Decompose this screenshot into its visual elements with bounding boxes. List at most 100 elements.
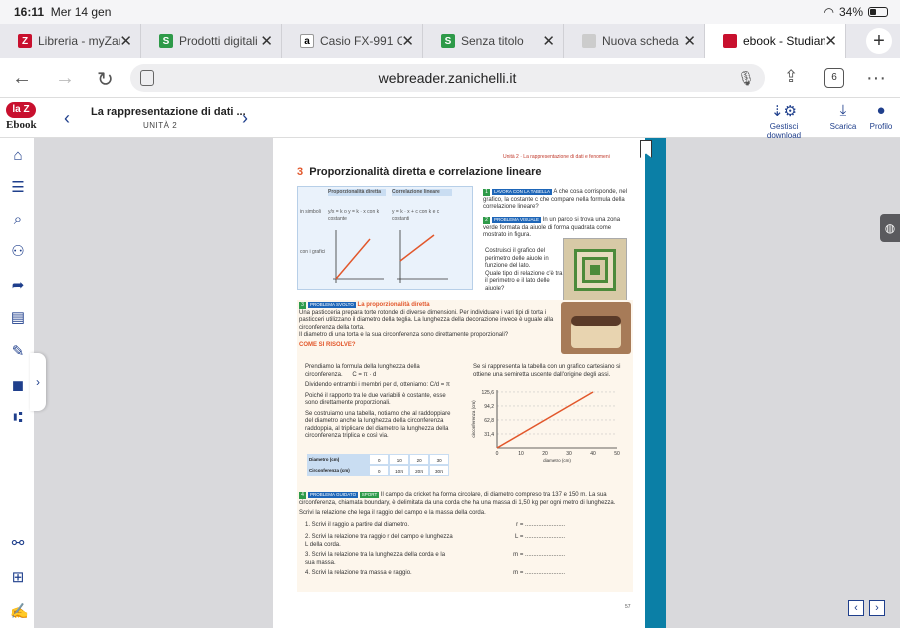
chevron-left-icon[interactable]: ‹ [64, 108, 70, 129]
cake-image [561, 302, 631, 354]
download-manager-button[interactable]: ⇣⚙ Gestisci download [752, 102, 816, 140]
download-settings-icon: ⇣⚙ [770, 103, 797, 120]
browser-tab[interactable]: S Prodotti digitali ✕ [141, 24, 282, 58]
table-row1-c1: y/x = k o y = k · x con k costante [328, 209, 380, 222]
tab-favicon-icon: Z [18, 34, 32, 48]
close-tab-icon[interactable]: ✕ [683, 32, 696, 50]
guided-problem: 4 PROBLEMA GUIDATO SPORT Il campo da cric… [299, 492, 616, 516]
mic-icon[interactable]: 🎙 [737, 64, 755, 92]
chevron-right-icon[interactable]: › [242, 108, 248, 129]
circumference-chart: 31,4 62,8 94,2 125,6 0 10 20 30 40 50 diametro (cm… [471, 390, 620, 463]
edit-list-icon[interactable]: ✍ [10, 604, 29, 620]
comparison-table: Proporzionalità diretta Correlazione lin… [297, 186, 473, 290]
close-tab-icon[interactable]: ✕ [824, 32, 837, 50]
chart-x-tick-label: 50 [614, 451, 620, 457]
close-tab-icon[interactable]: ✕ [119, 32, 132, 50]
table-row1-label: in simboli [300, 209, 321, 215]
link-icon[interactable]: ➦ [10, 278, 26, 294]
exercise-1: 1 LAVORA CON LA TABELLA A che cosa corris… [483, 189, 628, 210]
search-list-icon[interactable]: ⌕ [10, 212, 26, 228]
tree-icon[interactable]: ⑆ [10, 410, 26, 426]
map-icon[interactable]: ⚯ [10, 536, 26, 552]
next-page-button[interactable]: › [869, 600, 885, 616]
back-icon[interactable]: ← [12, 67, 32, 90]
status-right: ◠ 34% [823, 5, 888, 19]
chart-y-axis-label: circonferenza (cm) [471, 400, 476, 438]
section-title: 3 Proporzionalità diretta e correlazione… [297, 166, 542, 178]
chart-y-tick-label: 125,6 [481, 390, 494, 396]
logo-text: Ebook [6, 119, 37, 131]
chart-y-tick-label: 31,4 [484, 432, 494, 438]
sidebar-expand-handle[interactable]: › [30, 353, 46, 411]
data-table: Diametro (cm) 0 10 20 30 Circonferenza (… [307, 454, 449, 476]
close-tab-icon[interactable]: ✕ [542, 32, 555, 50]
sidebar: ⌂ ☰ ⌕ ⚇ ➦ ▤ ✎ ◼ ⑆ ⚯ ⊞ ✍ › [0, 138, 46, 628]
table-col1: Proporzionalità diretta [328, 189, 386, 196]
address-bar: ← → ↻ webreader.zanichelli.it 🎙 ⇪ 6 ··· [0, 58, 900, 98]
page-header: Unità 2 · La rappresentazione di dati e … [503, 154, 610, 160]
status-time: 16:11 Mer 14 gen [14, 5, 112, 19]
battery-percent: 34% [838, 5, 863, 19]
proportional-graph [333, 230, 384, 283]
table-row1-c2: y = k · x + c con k e c costanti [392, 209, 440, 222]
grid-icon[interactable]: ⊞ [10, 570, 26, 586]
status-bar: 16:11 Mer 14 gen ◠ 34% [0, 0, 900, 24]
browser-tab[interactable]: a Casio FX-991 CW✕ [282, 24, 423, 58]
note-icon[interactable]: ◼ [10, 378, 26, 394]
wifi-icon: ◠ [823, 5, 834, 19]
url-text: webreader.zanichelli.it [378, 70, 517, 86]
scarica-button[interactable]: ⤓ Scarica [828, 102, 858, 131]
exercise-2: 2 PROBLEMA VISUALE In un parco si trova u… [483, 217, 621, 238]
tab-title: Prodotti digitali [179, 34, 258, 48]
browser-tab[interactable]: Nuova scheda ✕ [564, 24, 705, 58]
table-col2: Correlazione lineare [392, 189, 452, 196]
prev-page-button[interactable]: ‹ [848, 600, 864, 616]
more-icon[interactable]: ··· [866, 67, 886, 90]
table-row2-label: con i grafici [300, 249, 326, 255]
home-icon[interactable]: ⌂ [10, 148, 26, 164]
data-table-row-2: Circonferenza (cm) 0 10π 20π 30π [307, 465, 449, 476]
logo-badge: la Z [6, 102, 36, 118]
book-title: La rappresentazione di dati ... [91, 106, 246, 118]
tab-title: Casio FX-991 CW [320, 34, 402, 48]
url-field[interactable]: webreader.zanichelli.it 🎙 [130, 64, 765, 92]
text-icon[interactable]: ▤ [10, 310, 26, 326]
exercise-2-questions: Costruisci il grafico del perimetro dell… [485, 248, 563, 292]
chart-x-tick-label: 30 [566, 451, 572, 457]
close-tab-icon[interactable]: ✕ [260, 32, 273, 50]
tab-count-button[interactable]: 6 [824, 68, 844, 88]
chart-x-tick-label: 40 [590, 451, 596, 457]
browser-tab[interactable]: S Senza titolo ✕ [423, 24, 564, 58]
tab-title: ebook - Studiamo [743, 34, 825, 48]
tab-favicon-icon: a [300, 34, 314, 48]
chart-x-tick-label: 10 [518, 451, 524, 457]
logo[interactable]: la Z Ebook [6, 102, 38, 131]
data-table-row-1: Diametro (cm) 0 10 20 30 [307, 454, 449, 465]
add-user-icon[interactable]: ⚇ [10, 244, 26, 260]
tab-favicon-icon: S [159, 34, 173, 48]
battery-icon [868, 7, 888, 17]
globe-icon[interactable]: ◍ [880, 214, 900, 242]
browser-tab[interactable]: ebook - Studiamo✕ [705, 24, 846, 58]
close-tab-icon[interactable]: ✕ [401, 32, 414, 50]
chart-x-tick-label: 0 [496, 451, 499, 457]
forward-icon[interactable]: → [55, 67, 75, 90]
list-icon[interactable]: ☰ [10, 180, 26, 196]
new-tab-button[interactable]: + [866, 28, 892, 54]
download-icon: ⤓ [839, 102, 847, 119]
app-header: la Z Ebook ‹ La rappresentazione di dati… [0, 98, 900, 140]
reader-icon[interactable] [140, 70, 154, 86]
pen-icon[interactable]: ✎ [10, 344, 26, 360]
reload-icon[interactable]: ↻ [97, 67, 114, 92]
chart-y-tick-label: 62,8 [484, 418, 494, 424]
tab-title: Libreria - myZanichelli [38, 34, 120, 48]
profilo-button[interactable]: ● Profilo [866, 102, 896, 131]
browser-tab[interactable]: Z Libreria - myZanichelli✕ [0, 24, 141, 58]
solution-steps: Prendiamo la formula della lunghezza del… [305, 364, 451, 439]
tab-title: Nuova scheda [602, 34, 679, 48]
share-icon[interactable]: ⇪ [784, 67, 798, 87]
linear-graph [397, 230, 448, 283]
page-number: 57 [625, 604, 631, 610]
solved-problem: 3 PROBLEMA SVOLTO La proporzionalità dire… [299, 302, 554, 348]
tab-favicon-icon [582, 34, 596, 48]
